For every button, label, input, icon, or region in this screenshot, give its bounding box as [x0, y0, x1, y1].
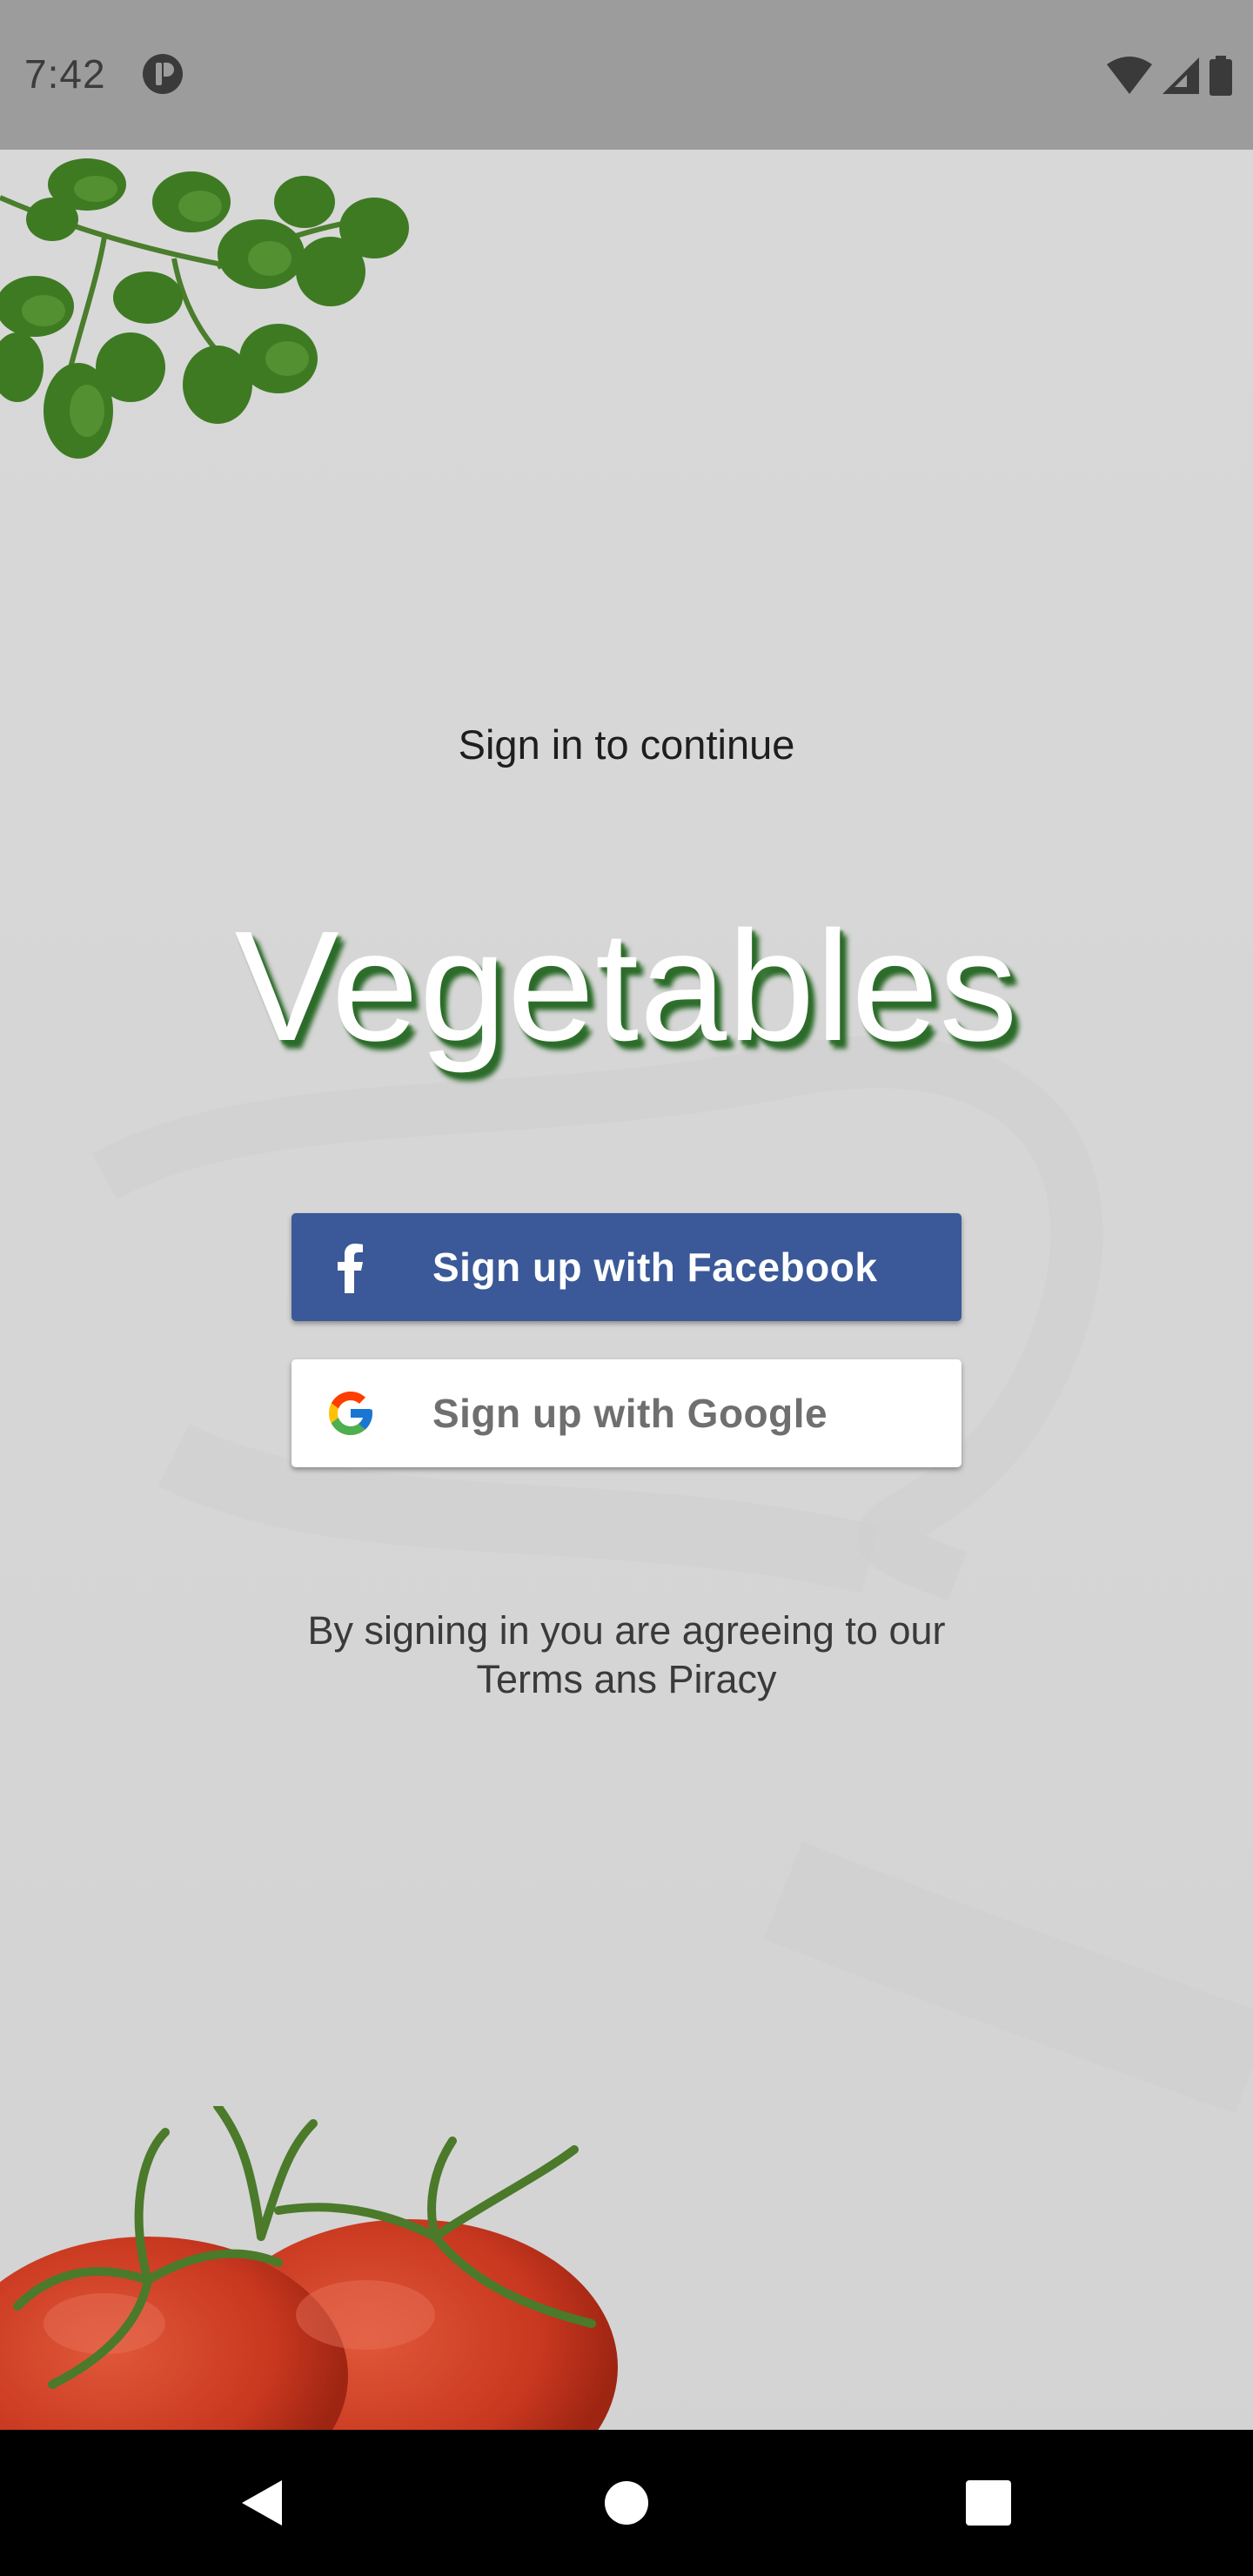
- terms-line-1: By signing in you are agreeing to our: [307, 1608, 946, 1653]
- battery-icon: [1209, 56, 1232, 96]
- home-icon[interactable]: [599, 2475, 654, 2531]
- google-signup-button[interactable]: Sign up with Google: [291, 1359, 962, 1467]
- tomatoes: [0, 2106, 618, 2430]
- recents-icon[interactable]: [961, 2475, 1016, 2531]
- terms-text: By signing in you are agreeing to our Te…: [0, 1607, 1253, 1704]
- status-bar: 7:42: [0, 0, 1253, 150]
- google-button-label: Sign up with Google: [432, 1391, 828, 1436]
- app-title: Vegetables: [234, 899, 1019, 1074]
- signin-caption: Sign in to continue: [458, 721, 795, 768]
- navigation-bar: [0, 2430, 1253, 2576]
- back-icon[interactable]: [235, 2475, 291, 2531]
- status-icons: [1105, 52, 1234, 96]
- terms-privacy-link[interactable]: Terms ans Piracy: [0, 1655, 1253, 1704]
- status-time: 7:42: [24, 51, 106, 97]
- google-icon: [329, 1392, 372, 1435]
- wifi-icon: [1107, 57, 1152, 94]
- app-notification-icon: [143, 54, 183, 94]
- coriander-leaves: [0, 158, 409, 459]
- facebook-button-label: Sign up with Facebook: [432, 1244, 878, 1290]
- facebook-signup-button[interactable]: Sign up with Facebook: [291, 1213, 962, 1321]
- login-screen: 7:42 Sign in to continue Vegetables Sign…: [0, 0, 1253, 2576]
- facebook-icon: [338, 1244, 363, 1293]
- signal-icon: [1163, 57, 1199, 94]
